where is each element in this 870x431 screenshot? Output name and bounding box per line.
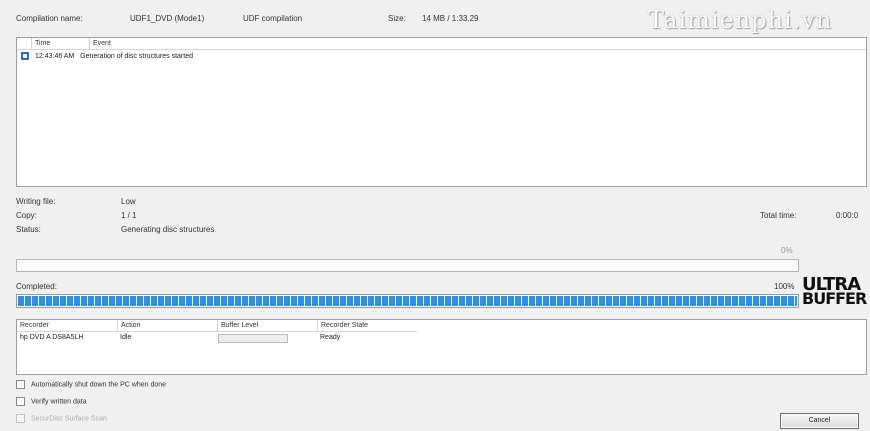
info-icon [21,52,29,61]
completed-percent: 100% [774,282,795,291]
column-event[interactable]: Event [89,38,853,49]
recorder-state: Ready [320,334,341,341]
completed-progress-bar [16,294,799,308]
column-recorder[interactable]: Recorder [17,320,49,331]
watermark-logo: Taimienphi.vn [648,6,833,34]
securdisc-checkbox: SecurDisc Surface Scan [16,414,107,423]
total-time-value: 0:00:0 [836,211,859,220]
column-buffer-level[interactable]: Buffer Level [217,320,258,331]
completed-label: Completed: [16,282,57,291]
compilation-type: UDF compilation [243,14,303,23]
current-progress-bar [16,259,799,272]
size-label: Size: [388,14,406,23]
column-recorder-state[interactable]: Recorder State [317,320,417,331]
writing-file-label: Writing file: [16,197,56,206]
copy-value: 1 / 1 [121,211,137,220]
table-row[interactable]: hp DVD A DS8A5LH Idle Ready [17,332,437,344]
ultra-buffer-logo: ULTRA BUFFER [802,276,867,312]
total-time-label: Total time: [760,211,797,220]
completed-progress-fill [18,296,797,306]
writing-file-value: Low [121,197,136,206]
column-action[interactable]: Action [117,320,140,331]
recorder-action: Idle [120,334,132,341]
logo-line2: BUFFER [802,289,867,308]
recorder-name: hp DVD A DS8A5LH [20,334,84,341]
auto-shutdown-label: Automatically shut down the PC when done [31,381,167,389]
securdisc-label: SecurDisc Surface Scan [31,415,107,423]
verify-data-label: Verify written data [31,398,87,406]
compilation-name-label: Compilation name: [16,14,83,23]
event-time: 12:43:46 AM [35,53,75,60]
status-value: Generating disc structures [121,225,215,234]
buffer-level-bar [218,334,288,343]
checkbox-box[interactable] [16,397,25,406]
copy-label: Copy: [16,211,37,220]
status-label: Status: [16,225,41,234]
recorder-list-header: Recorder Action Buffer Level Recorder St… [17,320,417,332]
checkbox-box [16,414,25,423]
verify-data-checkbox[interactable]: Verify written data [16,397,87,406]
event-log-list[interactable]: Time Event 12:43:46 AM Generation of dis… [16,37,867,187]
cancel-button[interactable]: Cancel [780,413,859,429]
column-time[interactable]: Time [31,38,50,49]
list-item[interactable]: 12:43:46 AM Generation of disc structure… [21,51,193,63]
size-value: 14 MB / 1:33.29 [422,14,479,23]
current-progress-percent: 0% [781,246,793,255]
checkbox-box[interactable] [16,380,25,389]
compilation-name-value: UDF1_DVD (Mode1) [130,14,205,23]
recorder-list[interactable]: Recorder Action Buffer Level Recorder St… [16,319,867,375]
auto-shutdown-checkbox[interactable]: Automatically shut down the PC when done [16,380,166,389]
event-text: Generation of disc structures started [80,53,193,60]
event-log-header: Time Event [17,38,866,50]
